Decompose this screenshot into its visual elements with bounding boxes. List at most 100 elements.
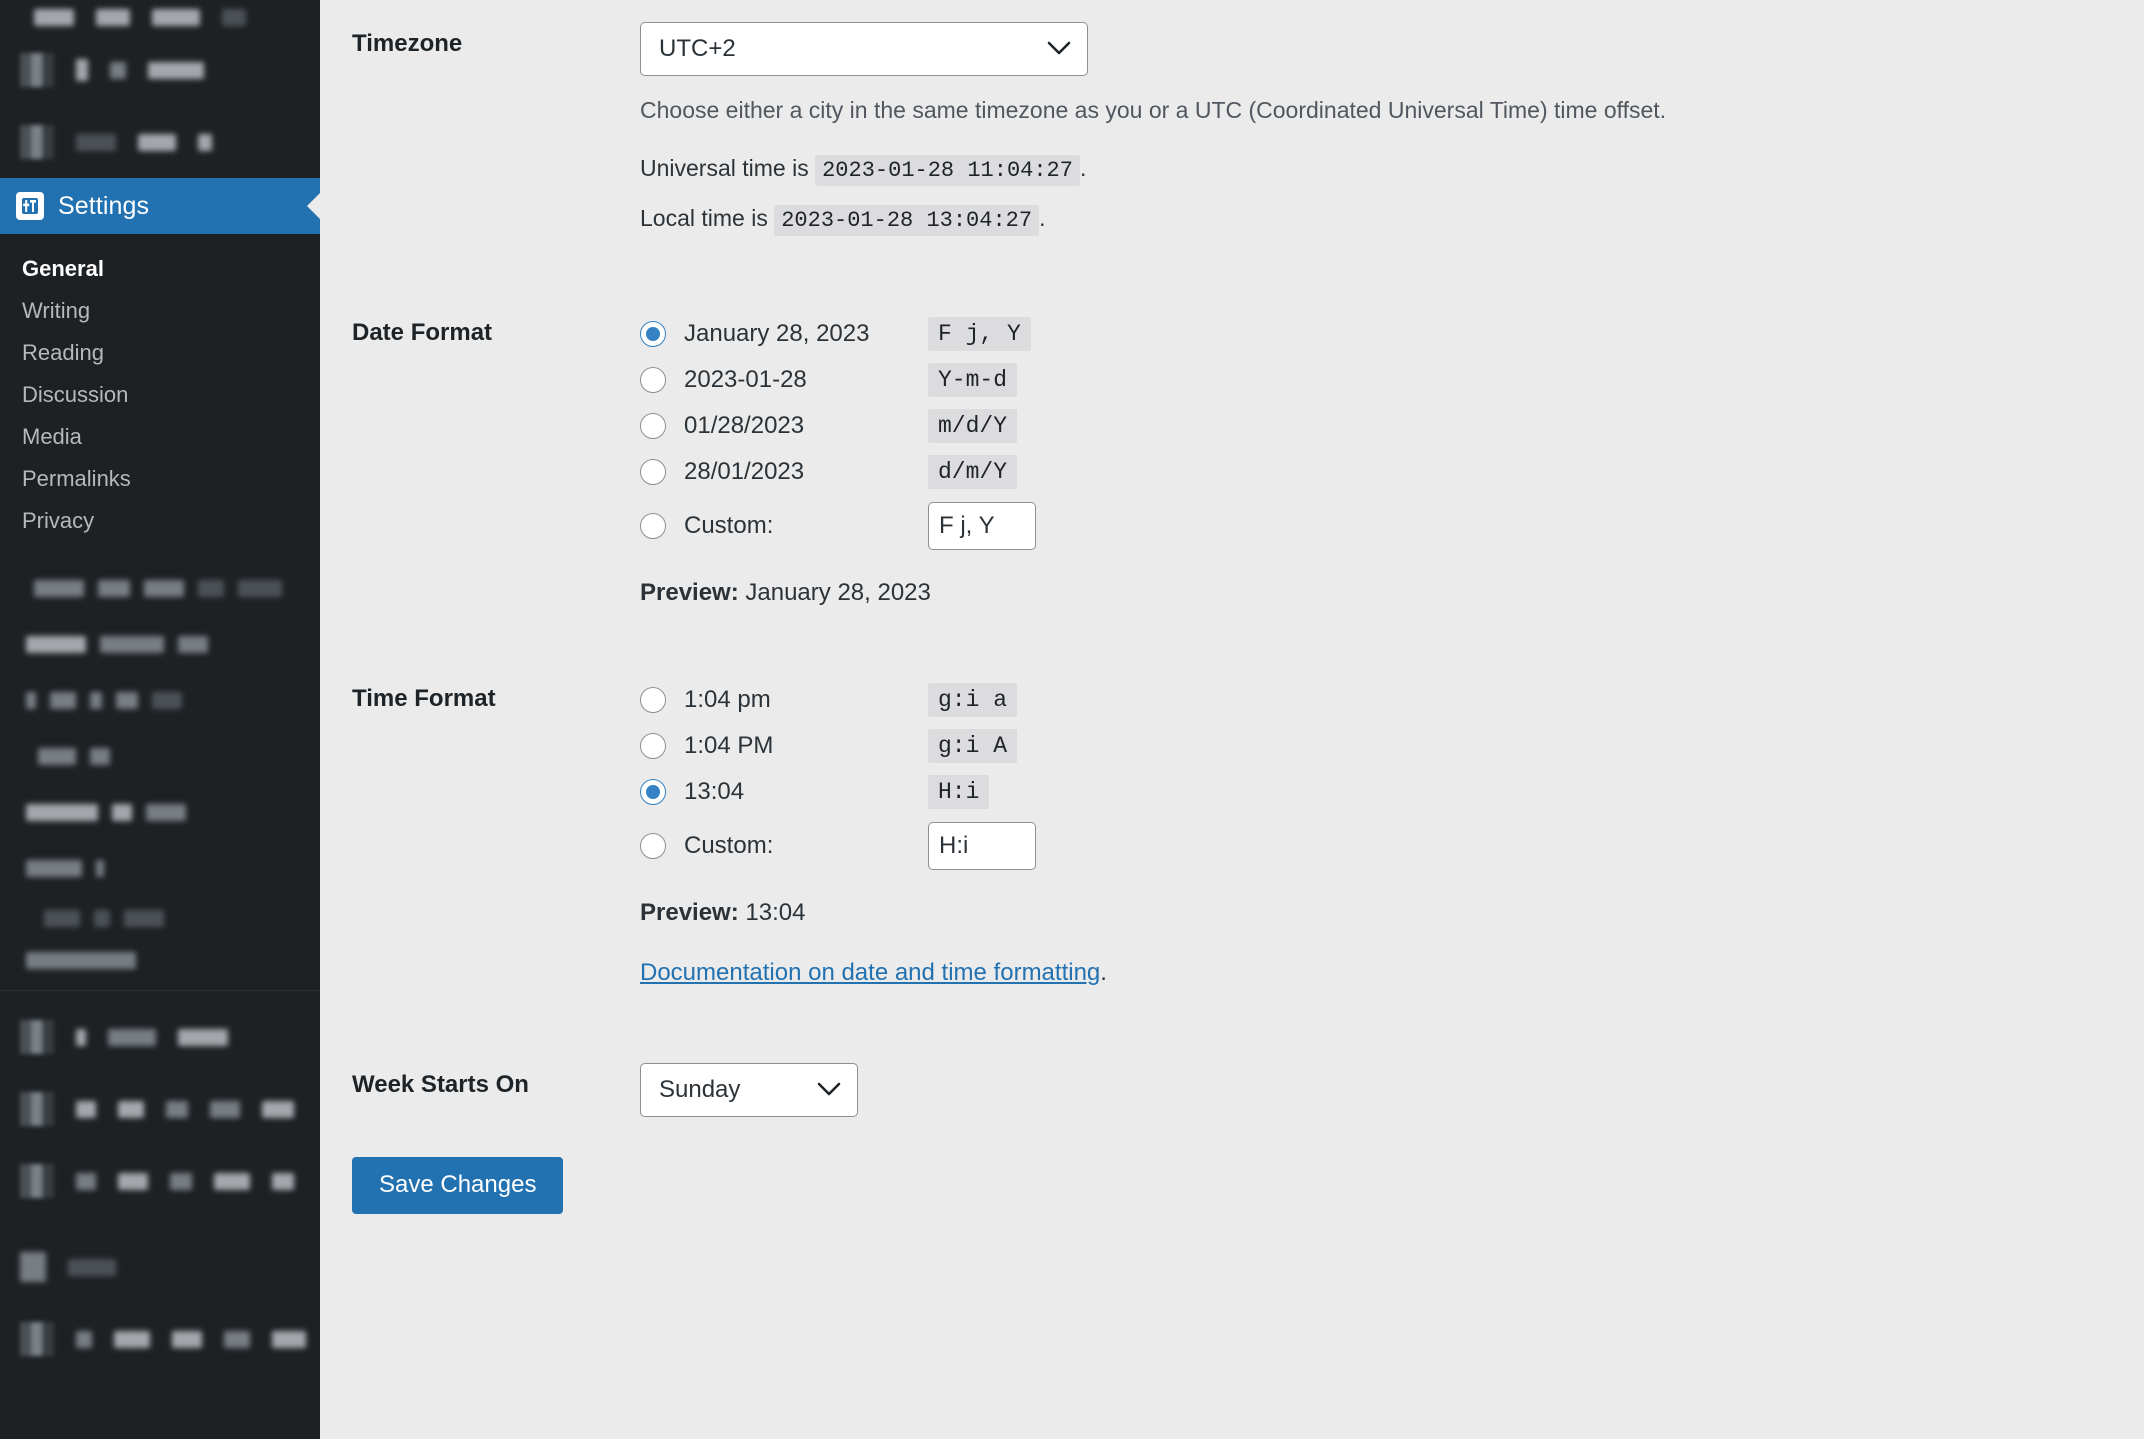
time-format-option-code: g:i A <box>928 729 1018 764</box>
week-starts-on-field: Sunday <box>640 1041 2144 1131</box>
time-format-option[interactable]: 1:04 PM g:i A <box>640 723 2124 769</box>
time-format-option[interactable]: 1:04 pm g:i a <box>640 677 2124 723</box>
redaction-block <box>90 747 110 765</box>
sidebar-redacted-item[interactable] <box>0 106 320 178</box>
redaction-block <box>34 8 74 26</box>
submit-row: Save Changes <box>320 1131 2144 1214</box>
sidebar-redacted-item[interactable] <box>0 1073 320 1145</box>
timezone-description: Choose either a city in the same timezon… <box>640 97 1667 123</box>
date-format-option[interactable]: 28/01/2023 d/m/Y <box>640 449 2124 495</box>
sidebar-item-general[interactable]: General <box>0 248 320 290</box>
date-format-radio-custom[interactable] <box>640 513 666 540</box>
date-format-option-code: d/m/Y <box>928 455 1018 490</box>
sidebar-item-settings[interactable]: Settings <box>0 178 320 234</box>
date-format-radio-2[interactable] <box>640 413 666 440</box>
time-format-custom-option[interactable]: Custom: <box>640 815 2124 877</box>
redacted-icon <box>20 1322 54 1356</box>
sidebar-redacted-item[interactable] <box>0 728 320 784</box>
date-format-radio-0[interactable] <box>640 321 666 348</box>
settings-submenu: General Writing Reading Discussion Media… <box>0 234 320 550</box>
sidebar-redacted-item[interactable] <box>0 1303 320 1375</box>
sidebar-redacted-item[interactable] <box>0 0 320 34</box>
redacted-icon <box>20 1164 54 1198</box>
redaction-block <box>172 1330 202 1348</box>
date-format-option-code: F j, Y <box>928 317 1031 352</box>
date-format-custom-label: Custom: <box>684 512 774 540</box>
redaction-block <box>26 691 36 709</box>
local-time-line: Local time is 2023-01-28 13:04:27. <box>640 201 2124 237</box>
sidebar-redacted-item[interactable] <box>0 560 320 616</box>
date-format-row: Date Format January 28, 2023 F j, Y 2023… <box>320 295 2144 621</box>
redaction-block <box>198 579 224 597</box>
documentation-period: . <box>1100 959 1107 987</box>
date-format-option[interactable]: January 28, 2023 F j, Y <box>640 311 2124 357</box>
redaction-block <box>262 1100 294 1118</box>
redaction-block <box>34 579 84 597</box>
redaction-block <box>210 1100 240 1118</box>
time-format-preview-value: 13:04 <box>745 899 806 927</box>
time-format-radio-custom[interactable] <box>640 833 666 860</box>
redaction-block <box>96 859 104 877</box>
sidebar-redacted-item[interactable] <box>0 1145 320 1217</box>
date-format-option-code: m/d/Y <box>928 409 1018 444</box>
redacted-icon <box>20 1092 54 1126</box>
date-format-option-label: January 28, 2023 <box>684 320 870 348</box>
week-starts-on-select[interactable]: Sunday <box>640 1063 858 1118</box>
redaction-block <box>38 747 76 765</box>
redaction-block <box>178 635 208 653</box>
timezone-select-value: UTC+2 <box>659 35 736 62</box>
redaction-block <box>152 8 200 26</box>
time-format-option[interactable]: 13:04 H:i <box>640 769 2124 815</box>
sidebar-redacted-submenu-group <box>0 550 320 980</box>
time-format-radio-0[interactable] <box>640 687 666 714</box>
universal-time-suffix: . <box>1079 155 1087 182</box>
sidebar-redacted-item[interactable] <box>0 940 320 980</box>
date-format-option[interactable]: 2023-01-28 Y-m-d <box>640 357 2124 403</box>
sidebar-redacted-item[interactable] <box>0 784 320 840</box>
settings-general-content: Timezone UTC+2 Choose either a city in t… <box>320 0 2144 1439</box>
sidebar-item-settings-label: Settings <box>58 191 150 220</box>
redaction-block <box>238 579 282 597</box>
timezone-field: UTC+2 Choose either a city in the same t… <box>640 0 2144 251</box>
time-format-radio-2[interactable] <box>640 779 666 806</box>
save-changes-button[interactable]: Save Changes <box>352 1157 564 1214</box>
redaction-block <box>144 579 184 597</box>
local-time-value: 2023-01-28 13:04:27 <box>774 205 1040 237</box>
sidebar-item-writing[interactable]: Writing <box>0 290 320 332</box>
admin-sidebar: Settings General Writing Reading Discuss… <box>0 0 320 1439</box>
sidebar-redacted-item[interactable] <box>0 1231 320 1303</box>
redaction-block <box>124 909 164 927</box>
sidebar-redacted-item[interactable] <box>0 840 320 896</box>
sidebar-item-discussion[interactable]: Discussion <box>0 374 320 416</box>
date-format-radio-1[interactable] <box>640 367 666 394</box>
redaction-block <box>76 1028 86 1046</box>
sidebar-redacted-item[interactable] <box>0 616 320 672</box>
time-format-field: 1:04 pm g:i a 1:04 PM g:i A 13:04 H:i Cu… <box>640 661 2144 1001</box>
redaction-block <box>224 1330 250 1348</box>
chevron-down-icon <box>1047 35 1071 63</box>
time-format-custom-input[interactable] <box>928 822 1036 871</box>
redaction-block <box>272 1330 306 1348</box>
sidebar-item-permalinks[interactable]: Permalinks <box>0 458 320 500</box>
redaction-block <box>214 1172 250 1190</box>
time-format-radio-group: 1:04 pm g:i a 1:04 PM g:i A 13:04 H:i Cu… <box>640 677 2124 877</box>
date-format-option[interactable]: 01/28/2023 m/d/Y <box>640 403 2124 449</box>
sidebar-redacted-item[interactable] <box>0 1001 320 1073</box>
sidebar-item-privacy[interactable]: Privacy <box>0 500 320 542</box>
sidebar-item-reading[interactable]: Reading <box>0 332 320 374</box>
sidebar-redacted-item[interactable] <box>0 896 320 940</box>
redaction-block <box>90 691 102 709</box>
week-starts-on-row: Week Starts On Sunday <box>320 1041 2144 1131</box>
redaction-block <box>20 1252 46 1282</box>
time-format-radio-1[interactable] <box>640 733 666 760</box>
settings-sliders-icon <box>16 192 44 220</box>
sidebar-item-media[interactable]: Media <box>0 416 320 458</box>
date-format-custom-input[interactable] <box>928 502 1036 551</box>
date-format-custom-option[interactable]: Custom: <box>640 495 2124 557</box>
date-time-documentation-link[interactable]: Documentation on date and time formattin… <box>640 959 1100 987</box>
timezone-select[interactable]: UTC+2 <box>640 22 1088 76</box>
date-format-radio-3[interactable] <box>640 459 666 486</box>
sidebar-redacted-item[interactable] <box>0 34 320 106</box>
redaction-block <box>108 1028 156 1046</box>
sidebar-redacted-item[interactable] <box>0 672 320 728</box>
